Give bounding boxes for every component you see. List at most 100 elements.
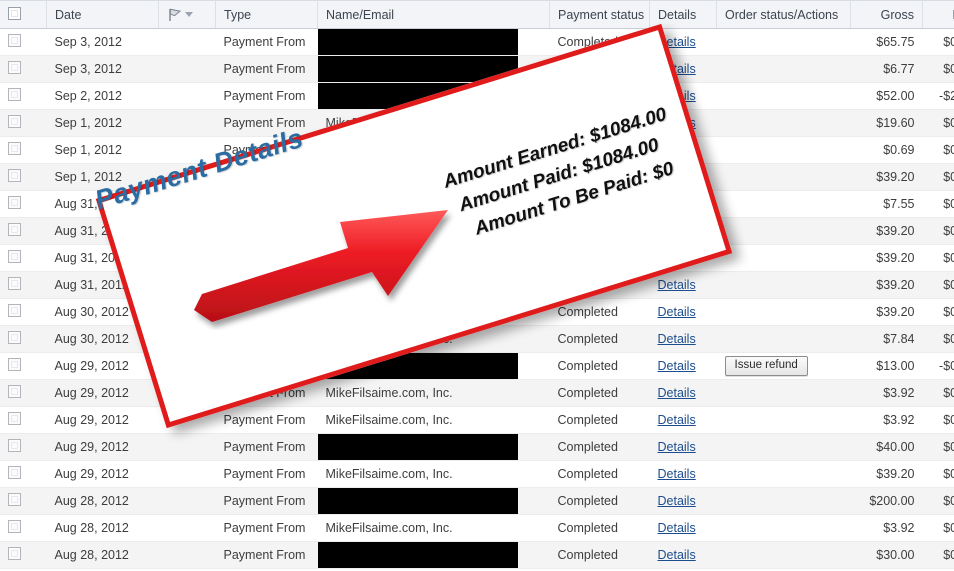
details-link[interactable]: Details <box>658 467 696 481</box>
cell-details[interactable]: Details <box>649 352 717 380</box>
row-checkbox[interactable] <box>8 223 21 236</box>
cell-details[interactable]: Details <box>649 487 717 515</box>
row-checkbox[interactable] <box>8 196 21 209</box>
row-select-cell[interactable] <box>0 163 47 191</box>
cell-details[interactable]: Details <box>649 163 717 191</box>
details-link[interactable]: Details <box>658 35 696 49</box>
row-checkbox[interactable] <box>8 466 21 479</box>
table-row[interactable]: Sep 1, 2012 Payment From MikeFilsaime.com,… <box>0 163 954 191</box>
column-header-name-email[interactable]: Name/Email <box>317 0 550 29</box>
table-row[interactable]: Aug 31, 2012CompletedDetails$39.20$0.00$… <box>0 244 954 272</box>
row-checkbox[interactable] <box>8 358 21 371</box>
details-link[interactable]: Details <box>658 278 696 292</box>
chevron-down-icon[interactable] <box>185 12 193 17</box>
row-checkbox[interactable] <box>8 547 21 560</box>
table-row[interactable]: Aug 30, 2012 MikeFilsaime.com, Inc. Comple… <box>0 325 954 353</box>
cell-details[interactable]: Details <box>649 406 717 434</box>
details-link[interactable]: Details <box>658 548 696 562</box>
table-row[interactable]: Sep 3, 2012 Payment From Completed Details $… <box>0 55 954 83</box>
row-checkbox[interactable] <box>8 88 21 101</box>
cell-details[interactable]: Details <box>649 244 717 272</box>
column-header-type[interactable]: Type <box>215 0 318 29</box>
table-row[interactable]: Aug 31, 2012 Payment From Completed Details… <box>0 217 954 245</box>
column-header-select-all[interactable] <box>0 0 47 29</box>
row-select-cell[interactable] <box>0 514 47 542</box>
table-row[interactable]: Aug 31, 2012 Payment From MikeFilsaime.com… <box>0 190 954 218</box>
row-select-cell[interactable] <box>0 460 47 488</box>
row-checkbox[interactable] <box>8 412 21 425</box>
table-row[interactable]: Aug 29, 2012 Payment From Completed Details… <box>0 352 954 380</box>
row-checkbox[interactable] <box>8 277 21 290</box>
details-link[interactable]: Details <box>658 170 696 184</box>
cell-details[interactable]: Details <box>649 28 717 56</box>
cell-details[interactable]: Details <box>649 514 717 542</box>
table-row[interactable]: Sep 1, 2012 Payment From Next Net Media, L… <box>0 136 954 164</box>
row-checkbox[interactable] <box>8 439 21 452</box>
table-row[interactable]: Aug 29, 2012 Payment From MikeFilsaime.com… <box>0 406 954 434</box>
select-all-checkbox[interactable] <box>8 6 21 20</box>
row-select-cell[interactable] <box>0 82 47 110</box>
row-checkbox[interactable] <box>8 304 21 317</box>
details-link[interactable]: Details <box>658 494 696 508</box>
table-row[interactable]: Aug 28, 2012 Payment From MikeFilsaime.com… <box>0 514 954 542</box>
table-row[interactable]: Sep 3, 2012 Payment From Completed Details $… <box>0 28 954 56</box>
details-link[interactable]: Details <box>658 116 696 130</box>
table-row[interactable]: Aug 30, 2012CompletedDetails$39.20$0.00$… <box>0 298 954 326</box>
details-link[interactable]: Details <box>658 386 696 400</box>
table-row[interactable]: Aug 29, 2012 Payment From MikeFilsaime.com… <box>0 379 954 407</box>
row-select-cell[interactable] <box>0 433 47 461</box>
column-header-fee[interactable]: Fee <box>922 0 954 29</box>
column-header-date[interactable]: Date <box>46 0 159 29</box>
details-link[interactable]: Details <box>658 413 696 427</box>
row-checkbox[interactable] <box>8 331 21 344</box>
row-select-cell[interactable] <box>0 352 47 380</box>
cell-details[interactable]: Details <box>649 433 717 461</box>
details-link[interactable]: Details <box>658 440 696 454</box>
cell-details[interactable]: Details <box>649 136 717 164</box>
cell-details[interactable]: Details <box>649 460 717 488</box>
details-link[interactable]: Details <box>658 224 696 238</box>
row-select-cell[interactable] <box>0 109 47 137</box>
cell-order-actions[interactable]: Issue refund <box>716 352 851 380</box>
row-checkbox[interactable] <box>8 34 21 47</box>
table-row[interactable]: Aug 31, 2012CompletedDetails$39.20$0.00$… <box>0 271 954 299</box>
details-link[interactable]: Details <box>658 143 696 157</box>
row-select-cell[interactable] <box>0 217 47 245</box>
details-link[interactable]: Details <box>658 305 696 319</box>
cell-details[interactable]: Details <box>649 271 717 299</box>
row-select-cell[interactable] <box>0 541 47 569</box>
row-select-cell[interactable] <box>0 136 47 164</box>
row-checkbox[interactable] <box>8 115 21 128</box>
row-select-cell[interactable] <box>0 271 47 299</box>
row-select-cell[interactable] <box>0 325 47 353</box>
details-link[interactable]: Details <box>658 89 696 103</box>
cell-details[interactable]: Details <box>649 298 717 326</box>
row-select-cell[interactable] <box>0 244 47 272</box>
row-select-cell[interactable] <box>0 379 47 407</box>
table-row[interactable]: Sep 2, 2012 Payment From Completed Details $… <box>0 82 954 110</box>
row-checkbox[interactable] <box>8 169 21 182</box>
cell-details[interactable]: Details <box>649 379 717 407</box>
cell-details[interactable]: Details <box>649 109 717 137</box>
column-header-gross[interactable]: Gross <box>850 0 923 29</box>
details-link[interactable]: Details <box>658 197 696 211</box>
column-header-details[interactable]: Details <box>649 0 717 29</box>
table-row[interactable]: Aug 29, 2012 Payment From Completed Details… <box>0 433 954 461</box>
column-header-order-status-actions[interactable]: Order status/Actions <box>716 0 851 29</box>
details-link[interactable]: Details <box>658 359 696 373</box>
table-row[interactable]: Aug 29, 2012 Payment From MikeFilsaime.com… <box>0 460 954 488</box>
issue-refund-button[interactable]: Issue refund <box>724 356 808 376</box>
row-checkbox[interactable] <box>8 493 21 506</box>
details-link[interactable]: Details <box>658 332 696 346</box>
table-row[interactable]: Aug 28, 2012 Payment From Completed Details… <box>0 541 954 569</box>
cell-details[interactable]: Details <box>649 82 717 110</box>
row-select-cell[interactable] <box>0 28 47 56</box>
cell-details[interactable]: Details <box>649 217 717 245</box>
column-header-flag[interactable] <box>158 0 216 29</box>
details-link[interactable]: Details <box>658 521 696 535</box>
row-checkbox[interactable] <box>8 142 21 155</box>
table-row[interactable]: Aug 28, 2012 Payment From Completed Details… <box>0 487 954 515</box>
details-link[interactable]: Details <box>658 62 696 76</box>
details-link[interactable]: Details <box>658 251 696 265</box>
cell-details[interactable]: Details <box>649 325 717 353</box>
